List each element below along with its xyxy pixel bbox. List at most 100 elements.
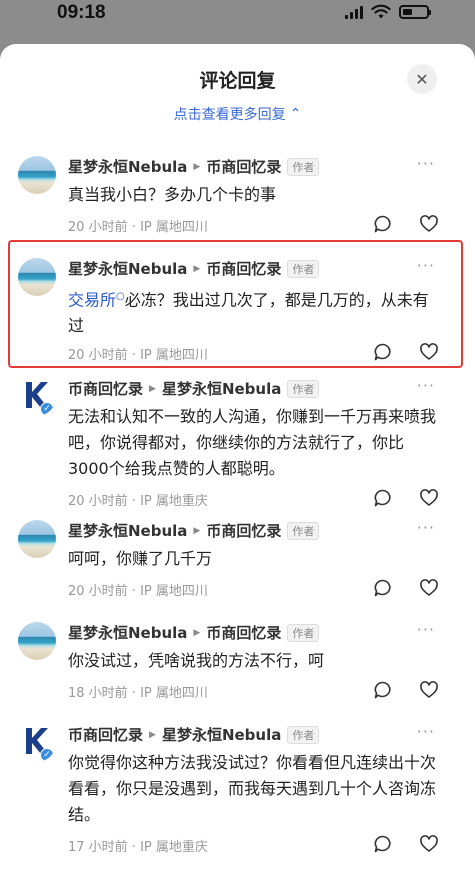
reply-icon[interactable] [373, 834, 393, 854]
comment-body: 无法和认知不一致的人沟通，你赚到一千万再来喷我吧，你说得都对，你继续你的方法就行… [68, 407, 437, 478]
comment-actions [373, 680, 439, 700]
wifi-icon [371, 4, 391, 19]
comment-actions [373, 342, 439, 362]
link-search-icon: ○ [116, 291, 125, 302]
comment-meta: 17 小时前 · IP 属地重庆 [68, 836, 208, 855]
reply-to-username[interactable]: 币商回忆录 [206, 258, 281, 279]
comment-header: 星梦永恒Nebula ▶ 币商回忆录 作者 [68, 622, 320, 643]
author-badge: 作者 [287, 259, 320, 278]
comment-text: 交易所○必冻？我出过几次了，都是几万的，从未有过 [68, 284, 442, 339]
comment-header: 币商回忆录 ▶ 星梦永恒Nebula 作者 [68, 724, 320, 745]
author-badge: 作者 [287, 623, 320, 642]
comment-actions [373, 578, 439, 598]
comment-time: 18 小时前 [68, 686, 128, 701]
comment-text: 无法和认知不一致的人沟通，你赚到一千万再来喷我吧，你说得都对，你继续你的方法就行… [68, 404, 442, 482]
more-options-icon[interactable]: ··· [417, 722, 435, 741]
like-icon[interactable] [419, 680, 439, 700]
username[interactable]: 币商回忆录 [68, 724, 143, 745]
like-icon[interactable] [419, 342, 439, 362]
reply-arrow-icon: ▶ [193, 263, 201, 274]
comment-time: 20 小时前 [68, 494, 128, 509]
comment-ip: IP 属地四川 [140, 220, 208, 235]
close-icon: ✕ [415, 69, 429, 89]
comment-body: 真当我小白？多办几个卡的事 [68, 185, 277, 204]
meta-separator: · [131, 686, 141, 701]
reply-icon[interactable] [373, 342, 393, 362]
reply-to-username[interactable]: 星梦永恒Nebula [162, 378, 281, 399]
reply-to-username[interactable]: 币商回忆录 [206, 520, 281, 541]
avatar[interactable] [18, 520, 56, 558]
meta-separator: · [131, 840, 141, 855]
username[interactable]: 星梦永恒Nebula [68, 622, 187, 643]
more-options-icon[interactable]: ··· [417, 518, 435, 537]
reply-to-username[interactable]: 币商回忆录 [206, 156, 281, 177]
avatar[interactable]: ✓ [18, 378, 56, 416]
meta-separator: · [131, 494, 141, 509]
comment-meta: 18 小时前 · IP 属地四川 [68, 682, 208, 701]
comment-actions [373, 214, 439, 234]
more-replies-link[interactable]: 点击查看更多回复 ⌃ [0, 104, 475, 124]
comment-text: 真当我小白？多办几个卡的事 [68, 182, 442, 208]
comment-actions [373, 488, 439, 508]
avatar[interactable] [18, 156, 56, 194]
battery-icon [399, 5, 431, 19]
comment-ip: IP 属地重庆 [140, 840, 208, 855]
comment-meta: 20 小时前 · IP 属地四川 [68, 216, 208, 235]
like-icon[interactable] [419, 488, 439, 508]
reply-to-username[interactable]: 币商回忆录 [206, 622, 281, 643]
comment-header: 星梦永恒Nebula ▶ 币商回忆录 作者 [68, 156, 320, 177]
avatar[interactable] [18, 622, 56, 660]
comment-time: 20 小时前 [68, 220, 128, 235]
comment-time: 20 小时前 [68, 584, 128, 599]
comment-header: 币商回忆录 ▶ 星梦永恒Nebula 作者 [68, 378, 320, 399]
comment-ip: IP 属地四川 [140, 686, 208, 701]
verified-icon: ✓ [40, 402, 54, 416]
reply-arrow-icon: ▶ [193, 627, 201, 638]
comment-body: 你没试过，凭啥说我的方法不行，呵 [68, 651, 325, 670]
like-icon[interactable] [419, 214, 439, 234]
comment-text: 你觉得你这种方法我没试过？你看看但凡连续出十次看看，你只是没遇到，而我每天遇到几… [68, 750, 442, 828]
close-button[interactable]: ✕ [407, 64, 437, 94]
reply-sheet: 评论回复 ✕ 点击查看更多回复 ⌃ 星梦永恒Nebula ▶ 币商回忆录 作者 ·… [0, 44, 475, 875]
reply-icon[interactable] [373, 214, 393, 234]
avatar[interactable]: ✓ [18, 724, 56, 762]
more-options-icon[interactable]: ··· [417, 376, 435, 395]
username[interactable]: 星梦永恒Nebula [68, 520, 187, 541]
username[interactable]: 星梦永恒Nebula [68, 258, 187, 279]
username[interactable]: 币商回忆录 [68, 378, 143, 399]
comment-text: 你没试过，凭啥说我的方法不行，呵 [68, 648, 442, 674]
reply-arrow-icon: ▶ [149, 383, 156, 394]
verified-icon: ✓ [40, 748, 54, 762]
reply-arrow-icon: ▶ [193, 161, 201, 172]
author-badge: 作者 [287, 157, 320, 176]
comment-body: 呵呵，你赚了几千万 [68, 549, 213, 568]
comment-actions [373, 834, 439, 854]
comment-text: 呵呵，你赚了几千万 [68, 546, 442, 572]
comment-time: 20 小时前 [68, 348, 128, 363]
comment-time: 17 小时前 [68, 840, 128, 855]
reply-icon[interactable] [373, 578, 393, 598]
comment-meta: 20 小时前 · IP 属地重庆 [68, 490, 208, 509]
like-icon[interactable] [419, 578, 439, 598]
comment-body: 你觉得你这种方法我没试过？你看看但凡连续出十次看看，你只是没遇到，而我每天遇到几… [68, 753, 437, 824]
sheet-title: 评论回复 [199, 70, 276, 92]
signal-icon [345, 5, 363, 19]
more-options-icon[interactable]: ··· [417, 620, 435, 639]
meta-separator: · [131, 348, 141, 363]
reply-icon[interactable] [373, 488, 393, 508]
more-options-icon[interactable]: ··· [417, 154, 435, 173]
reply-arrow-icon: ▶ [193, 525, 201, 536]
comment-ip: IP 属地四川 [140, 584, 208, 599]
like-icon[interactable] [419, 834, 439, 854]
comment-ip: IP 属地重庆 [140, 494, 208, 509]
comment-header: 星梦永恒Nebula ▶ 币商回忆录 作者 [68, 258, 320, 279]
reply-icon[interactable] [373, 680, 393, 700]
avatar[interactable] [18, 258, 56, 296]
reply-arrow-icon: ▶ [149, 729, 156, 740]
username[interactable]: 星梦永恒Nebula [68, 156, 187, 177]
comment-link[interactable]: 交易所 [68, 290, 116, 309]
more-replies-label: 点击查看更多回复 [173, 107, 286, 123]
author-badge: 作者 [287, 379, 320, 398]
reply-to-username[interactable]: 星梦永恒Nebula [162, 724, 281, 745]
more-options-icon[interactable]: ··· [417, 256, 435, 275]
